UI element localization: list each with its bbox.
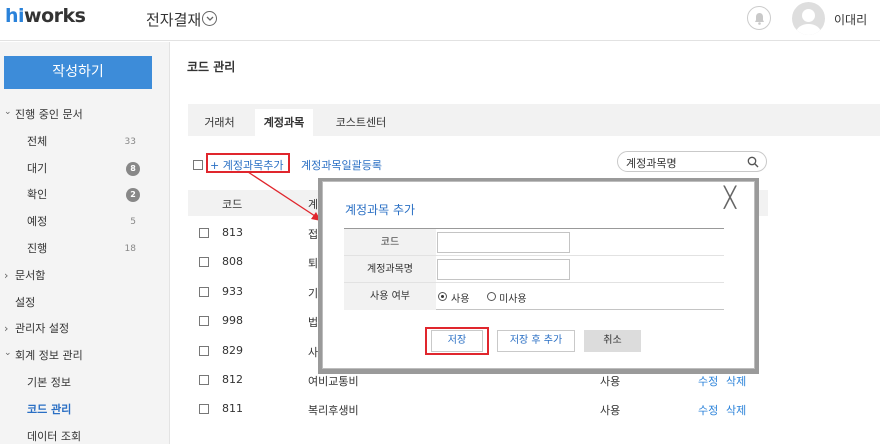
- radio-unused[interactable]: [487, 292, 496, 301]
- code-input[interactable]: [437, 232, 570, 253]
- radio-use[interactable]: [438, 292, 447, 301]
- close-icon[interactable]: ╳: [724, 185, 736, 209]
- add-account-modal: 계정과목 추가 ╳ 코드 계정과목명 사용 여부 사용 미사용 저장 저장 후 …: [322, 181, 755, 369]
- form-row-code: 코드: [344, 229, 724, 256]
- code-label: 코드: [344, 229, 436, 255]
- account-name-label: 계정과목명: [344, 256, 436, 282]
- save-and-add-button[interactable]: 저장 후 추가: [497, 330, 575, 352]
- save-button[interactable]: 저장: [431, 330, 483, 352]
- radio-use-label: 사용: [451, 294, 470, 305]
- form-row-use: 사용 여부 사용 미사용: [344, 283, 724, 310]
- account-name-input[interactable]: [437, 259, 570, 280]
- radio-unused-label: 미사용: [499, 294, 527, 305]
- form-row-name: 계정과목명: [344, 256, 724, 283]
- cancel-button[interactable]: 취소: [584, 330, 641, 352]
- modal-form: 코드 계정과목명 사용 여부 사용 미사용: [344, 228, 724, 310]
- modal-title: 계정과목 추가: [345, 203, 416, 217]
- use-label: 사용 여부: [344, 283, 436, 310]
